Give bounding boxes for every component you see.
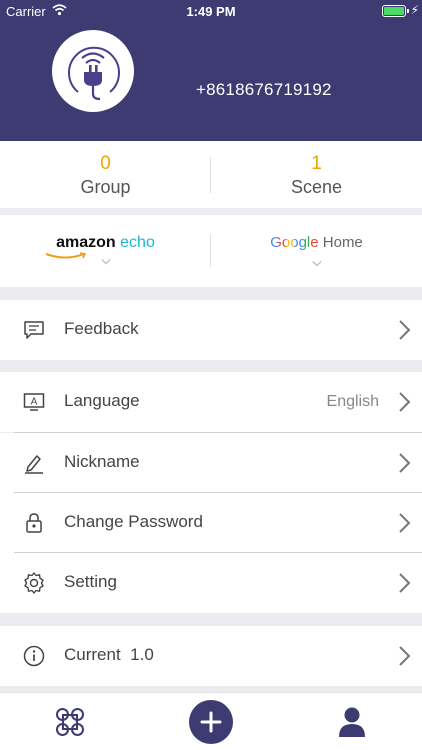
avatar[interactable] — [52, 30, 134, 112]
gear-icon — [24, 572, 44, 594]
amazon-brand: amazon — [56, 234, 116, 251]
chevron-down-icon — [311, 260, 322, 267]
tab-profile[interactable] — [282, 693, 422, 750]
chevron-right-icon — [399, 646, 411, 666]
lock-icon — [26, 513, 42, 533]
chevron-down-icon — [100, 258, 111, 265]
google-home-logo: Google Home — [211, 234, 422, 251]
group-count: 0 — [100, 153, 111, 174]
status-bar: Carrier 1:49 PM ⚡ — [0, 0, 422, 22]
group-label-text: Group — [80, 177, 131, 197]
status-time: 1:49 PM — [186, 4, 236, 19]
battery-cap — [407, 9, 409, 13]
battery-icon — [382, 5, 406, 17]
add-button[interactable] — [189, 700, 233, 744]
charging-icon: ⚡ — [410, 3, 419, 17]
current-version-row[interactable]: Current 1.0 — [0, 626, 422, 686]
current-version-label: Current 1.0 — [64, 645, 154, 665]
feedback-row[interactable]: Feedback — [0, 300, 422, 360]
home-product: Home — [322, 234, 363, 251]
google-home-button[interactable]: Google Home — [211, 215, 422, 287]
plus-icon — [200, 711, 222, 733]
chevron-right-icon — [399, 453, 411, 473]
chevron-right-icon — [399, 392, 411, 412]
feedback-label: Feedback — [64, 319, 139, 338]
scene-stat[interactable]: 1 Scene — [211, 141, 422, 208]
chevron-right-icon — [399, 513, 411, 533]
language-icon: A — [23, 393, 45, 411]
setting-row[interactable]: Setting — [0, 553, 422, 613]
amazon-echo-logo: amazon echo — [0, 234, 211, 252]
profile-header: +8618676719192 — [0, 22, 422, 141]
scene-count: 1 — [311, 153, 322, 174]
stats-panel: 0 Scene Group 1 Scene — [0, 141, 422, 208]
clover-grid-icon — [56, 708, 84, 736]
chevron-right-icon — [399, 573, 411, 593]
change-password-row[interactable]: Change Password — [0, 493, 422, 553]
amazon-echo-button[interactable]: amazon echo — [0, 215, 211, 287]
plug-icon — [68, 46, 120, 101]
scene-label: Scene — [290, 177, 343, 197]
pencil-icon — [25, 455, 43, 474]
version-value: 1.0 — [130, 645, 154, 664]
language-value: English — [326, 393, 379, 410]
user-icon — [339, 707, 365, 737]
amazon-smile-icon — [45, 252, 87, 259]
language-label: Language — [64, 391, 140, 410]
nickname-label: Nickname — [64, 452, 140, 471]
phone-number: +8618676719192 — [196, 80, 332, 99]
nickname-row[interactable]: Nickname — [0, 433, 422, 493]
current-label: Current — [64, 645, 121, 664]
change-password-label: Change Password — [64, 512, 203, 531]
google-brand: Google — [270, 234, 319, 251]
svg-text:A: A — [31, 397, 38, 408]
feedback-icon — [24, 321, 44, 339]
tab-devices[interactable] — [0, 693, 140, 750]
language-row[interactable]: A Language English — [0, 372, 422, 432]
setting-label: Setting — [64, 572, 117, 591]
partner-panel: amazon echo Google Home — [0, 215, 422, 287]
group-stat[interactable]: 0 Scene Group — [0, 141, 211, 208]
info-icon — [23, 645, 45, 667]
tab-bar — [0, 692, 422, 750]
chevron-right-icon — [399, 320, 411, 340]
tab-add[interactable] — [141, 693, 281, 750]
echo-product: echo — [120, 234, 155, 251]
